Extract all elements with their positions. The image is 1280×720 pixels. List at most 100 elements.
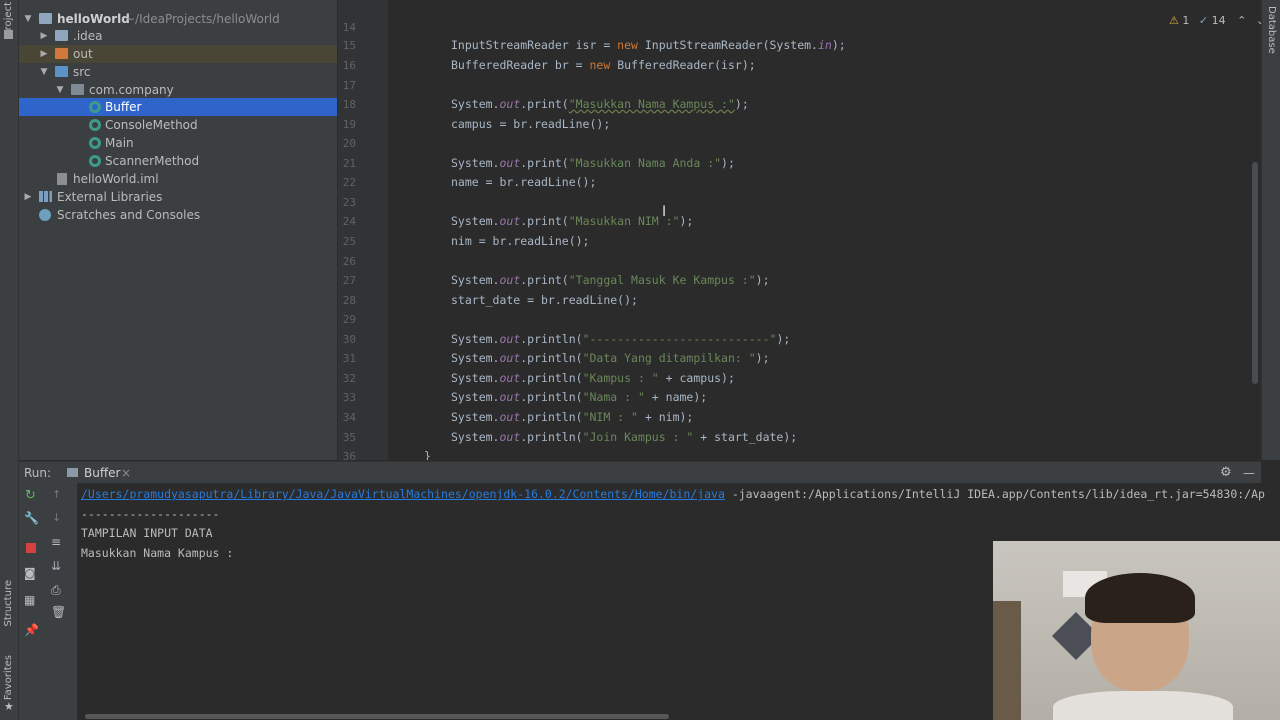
tree-item-iml[interactable]: helloWorld.iml — [19, 170, 337, 188]
tree-item-idea[interactable]: ▶ .idea — [19, 27, 337, 45]
tree-item-root[interactable]: ▼ helloWorld ~/IdeaProjects/helloWorld — [19, 10, 337, 28]
chevron-right-icon[interactable]: ▶ — [23, 188, 33, 206]
database-tool-tab[interactable]: Database — [1266, 6, 1277, 54]
line-number: 20 — [342, 137, 356, 150]
code-line: nim = br.readLine(); — [451, 234, 590, 248]
stop-icon[interactable] — [26, 543, 36, 553]
chevron-up-icon[interactable]: ⌃ — [1237, 14, 1246, 27]
layout-icon[interactable]: ▦ — [24, 593, 35, 607]
line-number: 14 — [342, 21, 356, 34]
favorites-tool-tab[interactable]: Favorites — [3, 655, 14, 700]
line-number: 15 — [342, 39, 356, 52]
tree-item-label: Scratches and Consoles — [57, 208, 201, 222]
code-line: System.out.println("Nama : " + name); — [451, 390, 708, 404]
right-tool-strip: Database — [1261, 0, 1280, 460]
chevron-right-icon[interactable]: ▶ — [39, 27, 49, 45]
tree-item-scratches[interactable]: Scratches and Consoles — [19, 206, 337, 224]
folder-icon — [55, 66, 68, 77]
tree-item-package[interactable]: ▼ com.company — [19, 81, 337, 99]
console-line: /Users/pramudyasaputra/Library/Java/Java… — [81, 487, 1265, 501]
tree-item-label: helloWorld — [57, 12, 130, 26]
code-line: System.out.print("Masukkan Nama Kampus :… — [451, 97, 749, 111]
person-hair — [1085, 573, 1195, 623]
tree-item-out[interactable]: ▶ out — [19, 45, 337, 63]
tab-buffer[interactable]: Buffer — [84, 462, 120, 484]
class-icon — [89, 155, 101, 167]
tree-item-label: External Libraries — [57, 190, 163, 204]
tree-item-label: helloWorld.iml — [73, 172, 159, 186]
line-number: 22 — [342, 176, 356, 189]
structure-tool-tab[interactable]: Structure — [3, 580, 14, 627]
line-number: 17 — [342, 79, 356, 92]
trash-icon[interactable]: 🗑 — [51, 605, 66, 619]
pin-icon[interactable]: 📌 — [24, 623, 39, 637]
tree-item-src[interactable]: ▼ src — [19, 63, 337, 81]
code-line: System.out.print("Masukkan NIM :"); — [451, 214, 694, 228]
console-icon — [67, 468, 78, 477]
star-icon[interactable]: ★ — [4, 700, 14, 713]
tree-item-label: .idea — [73, 29, 103, 43]
folder-icon[interactable] — [4, 30, 13, 39]
tree-item-main[interactable]: Main — [19, 134, 337, 152]
door-frame — [993, 601, 1021, 720]
code-line: InputStreamReader isr = new InputStreamR… — [451, 38, 846, 52]
code-editor[interactable]: 14 15 16 17 18 19 20 21 22 23 24 25 26 27 28 29 30 31 32 33… — [338, 0, 1261, 460]
code-line: System.out.println("NIM : " + nim); — [451, 410, 694, 424]
typo-icon: ✓ — [1198, 14, 1209, 27]
folder-icon — [55, 48, 68, 59]
chevron-down-icon[interactable]: ▼ — [23, 10, 33, 28]
line-number: 27 — [342, 274, 356, 287]
code-line: System.out.println("Join Kampus : " + st… — [451, 430, 798, 444]
wrench-icon[interactable]: 🔧 — [24, 511, 39, 525]
line-number: 24 — [342, 215, 356, 228]
close-icon[interactable]: × — [121, 462, 131, 484]
tree-item-label: com.company — [89, 83, 174, 97]
tree-item-label: out — [73, 47, 93, 61]
code-line: System.out.println("Data Yang ditampilka… — [451, 351, 770, 365]
tree-item-consolemethod[interactable]: ConsoleMethod — [19, 116, 337, 134]
class-icon — [89, 101, 101, 113]
class-icon — [89, 119, 101, 131]
gear-icon[interactable]: ⚙ — [1220, 462, 1232, 484]
code-line: System.out.print("Masukkan Nama Anda :")… — [451, 156, 735, 170]
console-line: Masukkan Nama Kampus : — [81, 546, 234, 560]
line-number: 34 — [342, 411, 356, 424]
print-icon[interactable]: ⎙ — [51, 583, 61, 598]
inspection-widget[interactable]: ⚠ 1 ✓ 14 ⌃ ⌄ — [1169, 14, 1261, 27]
project-panel: ▼ helloWorld ~/IdeaProjects/helloWorld ▶… — [19, 0, 338, 460]
soft-wrap-icon[interactable]: ≡ — [51, 535, 61, 549]
text-cursor-icon: I — [662, 204, 667, 220]
tree-item-scannermethod[interactable]: ScannerMethod — [19, 152, 337, 170]
line-number: 18 — [342, 98, 356, 111]
folder-icon — [39, 13, 52, 24]
chevron-down-icon[interactable]: ▼ — [55, 81, 65, 99]
rerun-icon[interactable]: ↻ — [25, 488, 36, 503]
scroll-to-end-icon[interactable]: ⇊ — [51, 559, 61, 573]
line-number: 30 — [342, 333, 356, 346]
camera-icon[interactable]: ◙ — [24, 566, 36, 580]
arrow-up-icon[interactable]: ↑ — [52, 488, 61, 501]
code-line: System.out.print("Tanggal Masuk Ke Kampu… — [451, 273, 770, 287]
arrow-down-icon[interactable]: ↓ — [52, 511, 61, 524]
tree-item-label: Main — [105, 136, 134, 150]
java-path-link[interactable]: /Users/pramudyasaputra/Library/Java/Java… — [81, 487, 725, 501]
console-scrollbar[interactable] — [85, 714, 669, 719]
editor-scrollbar[interactable] — [1252, 162, 1258, 384]
person-shirt — [1053, 691, 1233, 720]
line-number: 26 — [342, 255, 356, 268]
tree-item-label: Buffer — [105, 100, 142, 114]
chevron-right-icon[interactable]: ▶ — [39, 45, 49, 63]
tree-item-buffer[interactable]: Buffer — [19, 98, 337, 116]
code-line: System.out.println("--------------------… — [451, 332, 791, 346]
minimize-icon[interactable]: — — [1243, 462, 1255, 484]
line-number: 35 — [342, 431, 356, 444]
tree-item-label: ConsoleMethod — [105, 118, 198, 132]
tree-item-label: ScannerMethod — [105, 154, 200, 168]
warning-icon: ⚠ — [1169, 14, 1179, 27]
tree-item-external-libraries[interactable]: ▶ External Libraries — [19, 188, 337, 206]
chevron-down-icon[interactable]: ▼ — [39, 63, 49, 81]
line-number: 19 — [342, 118, 356, 131]
run-label: Run: — [24, 466, 52, 480]
code-line: } — [424, 449, 431, 460]
scratches-icon — [39, 209, 51, 221]
